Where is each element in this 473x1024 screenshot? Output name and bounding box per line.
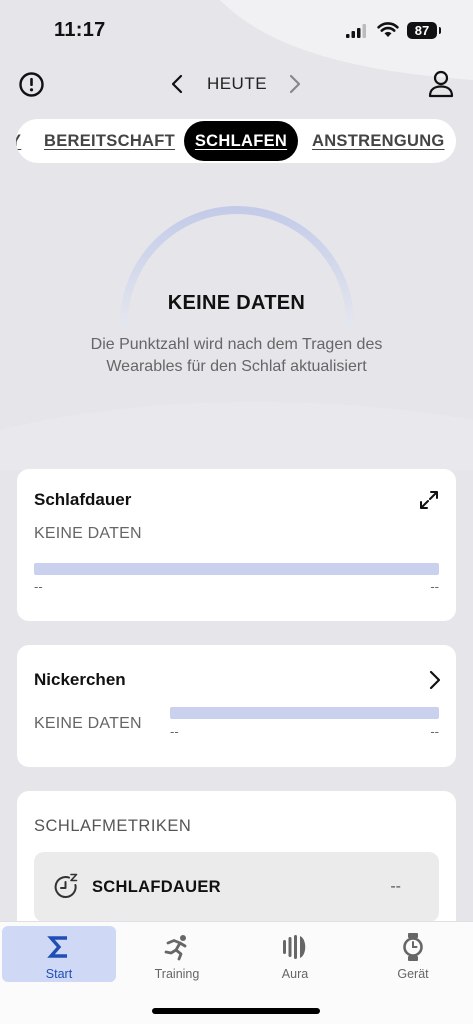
nav-label: Start	[45, 967, 73, 981]
nav-label: Aura	[281, 967, 309, 981]
nav-label: Gerät	[397, 967, 429, 981]
sleep-timer-icon	[54, 873, 78, 898]
bar-end-label: --	[430, 724, 439, 739]
status-time: 11:17	[54, 19, 106, 41]
metrics-heading: SCHLAFMETRIKEN	[34, 817, 192, 835]
expand-icon[interactable]	[418, 489, 440, 511]
aura-icon	[279, 932, 311, 962]
card-value: KEINE DATEN	[34, 525, 142, 542]
runner-icon	[161, 932, 193, 962]
nav-aura[interactable]: Aura	[238, 926, 352, 982]
battery-icon: 87	[407, 22, 441, 39]
alert-icon[interactable]	[18, 71, 45, 98]
nav-start[interactable]: Start	[2, 926, 116, 982]
nav-geraet[interactable]: Gerät	[356, 926, 470, 982]
duration-bar	[34, 563, 439, 575]
card-title: Nickerchen	[34, 670, 126, 689]
tab-previous-clipped[interactable]: Y	[16, 119, 21, 163]
metric-row-sleep-duration[interactable]: SCHLAFDAUER --	[34, 852, 439, 922]
wifi-icon	[377, 22, 399, 37]
bar-start-label: --	[34, 579, 43, 594]
card-value: KEINE DATEN	[34, 715, 142, 732]
card-title: Schlafdauer	[34, 490, 132, 509]
status-bar: 11:17 87	[0, 0, 473, 60]
score-description: Die Punktzahl wird nach dem Tragen des W…	[90, 336, 383, 375]
signal-icon	[346, 24, 366, 38]
chevron-left-icon[interactable]	[166, 72, 188, 96]
tab-anstrengung[interactable]: ANSTRENGUNG	[312, 119, 445, 163]
home-indicator	[152, 1008, 320, 1014]
tab-schlafen[interactable]: SCHLAFEN	[184, 121, 298, 161]
metric-value: --	[390, 878, 401, 895]
sleep-duration-card[interactable]: Schlafdauer KEINE DATEN -- --	[17, 469, 456, 621]
sigma-icon	[43, 932, 75, 962]
nav-training[interactable]: Training	[120, 926, 234, 982]
naps-card[interactable]: Nickerchen KEINE DATEN -- --	[17, 645, 456, 767]
tab-bereitschaft[interactable]: BEREITSCHAFT	[44, 119, 175, 163]
naps-bar	[170, 707, 439, 719]
battery-level: 87	[414, 23, 430, 38]
tab-bar: Y BEREITSCHAFT SCHLAFEN ANSTRENGUNG	[16, 119, 456, 163]
metric-label: SCHLAFDAUER	[92, 878, 221, 896]
score-status: KEINE DATEN	[167, 292, 306, 314]
profile-icon[interactable]	[427, 69, 455, 99]
chevron-right-icon[interactable]	[284, 72, 306, 96]
nav-label: Training	[154, 967, 200, 981]
chevron-right-icon[interactable]	[428, 669, 442, 691]
bar-start-label: --	[170, 724, 179, 739]
watch-icon	[397, 932, 429, 962]
bar-end-label: --	[430, 579, 439, 594]
date-label[interactable]: HEUTE	[200, 74, 274, 94]
